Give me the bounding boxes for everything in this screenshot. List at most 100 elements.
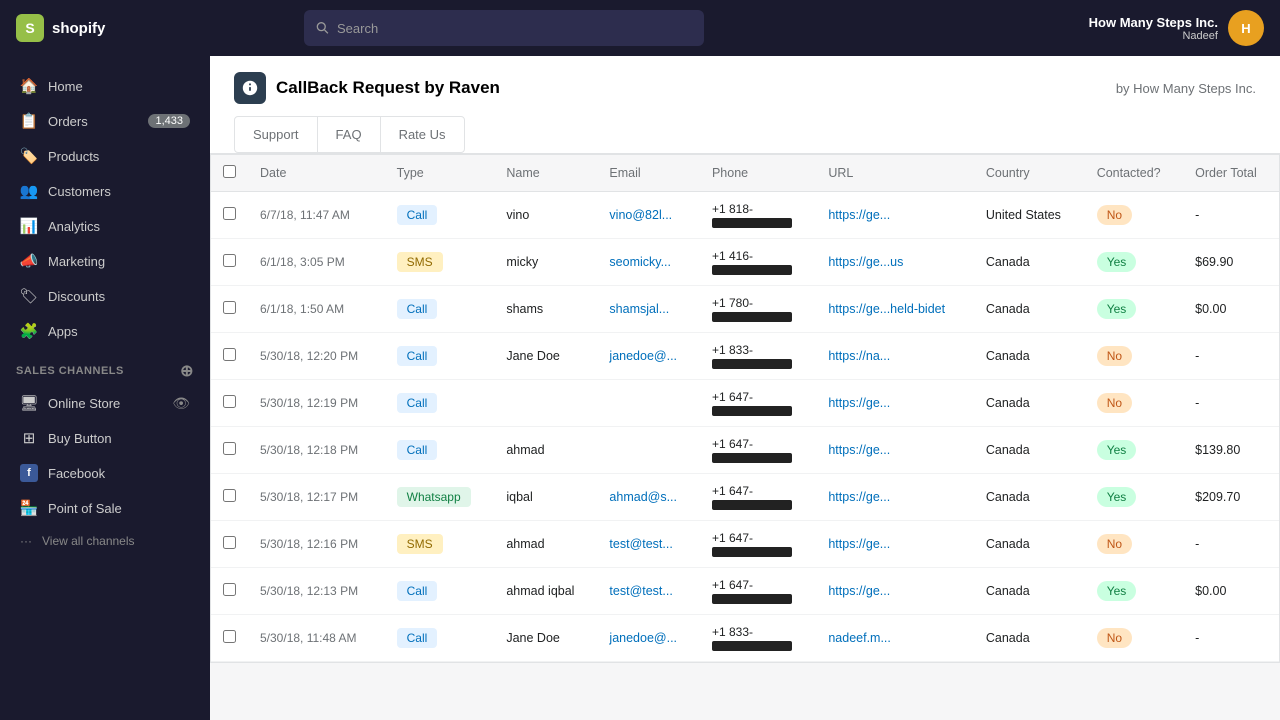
cell-name: shams (494, 286, 597, 333)
cell-url[interactable]: https://ge...held-bidet (816, 286, 974, 333)
cell-phone: +1 647- (700, 380, 816, 427)
cell-order-total: $139.80 (1183, 427, 1279, 474)
avatar[interactable]: H (1228, 10, 1264, 46)
row-checkbox-7[interactable] (223, 536, 236, 549)
row-checkbox-2[interactable] (223, 301, 236, 314)
cell-type: SMS (385, 239, 495, 286)
sidebar-item-buy-button[interactable]: ⊞ Buy Button (4, 421, 206, 455)
cell-contacted: Yes (1085, 474, 1183, 521)
row-checkbox-4[interactable] (223, 395, 236, 408)
contacted-badge: Yes (1097, 299, 1137, 319)
sidebar-item-facebook[interactable]: f Facebook (4, 456, 206, 490)
cell-country: Canada (974, 427, 1085, 474)
row-checkbox-6[interactable] (223, 489, 236, 502)
tab-faq[interactable]: FAQ (317, 116, 381, 153)
cell-order-total: $0.00 (1183, 568, 1279, 615)
view-all-channels[interactable]: ··· View all channels (4, 526, 206, 556)
tab-rate[interactable]: Rate Us (380, 116, 465, 153)
cell-name: Jane Doe (494, 615, 597, 662)
shopify-logo[interactable]: S shopify (16, 14, 105, 42)
row-checkbox-1[interactable] (223, 254, 236, 267)
sidebar-item-discounts[interactable]: 🏷 Discounts (4, 279, 206, 313)
cell-phone: +1 647- (700, 474, 816, 521)
sidebar-item-orders[interactable]: 📋 Orders 1,433 (4, 104, 206, 138)
col-name: Name (494, 155, 597, 192)
cell-email[interactable]: shamsjal... (597, 286, 700, 333)
cell-url[interactable]: https://ge... (816, 427, 974, 474)
cell-url[interactable]: https://ge... (816, 192, 974, 239)
add-sales-channel-icon[interactable]: ⊕ (180, 361, 194, 381)
table-row: 5/30/18, 12:13 PM Call ahmad iqbal test@… (211, 568, 1279, 615)
sidebar-item-analytics[interactable]: 📊 Analytics (4, 209, 206, 243)
search-bar[interactable] (304, 10, 704, 46)
cell-phone: +1 833- (700, 333, 816, 380)
cell-url[interactable]: https://ge... (816, 568, 974, 615)
cell-phone: +1 647- (700, 427, 816, 474)
cell-url[interactable]: https://ge... (816, 521, 974, 568)
point-of-sale-icon: 🏪 (20, 499, 38, 517)
cell-email[interactable]: janedoe@... (597, 333, 700, 380)
cell-email[interactable]: ahmad@s... (597, 474, 700, 521)
app-name: CallBack Request by Raven (276, 78, 500, 98)
cell-email[interactable]: test@test... (597, 568, 700, 615)
cell-name: ahmad iqbal (494, 568, 597, 615)
cell-date: 5/30/18, 12:18 PM (248, 427, 385, 474)
search-input[interactable] (337, 21, 692, 36)
sidebar-label-marketing: Marketing (48, 254, 105, 269)
sidebar-item-home[interactable]: 🏠 Home (4, 69, 206, 103)
user-menu[interactable]: How Many Steps Inc. Nadeef H (1089, 10, 1264, 46)
sidebar-item-customers[interactable]: 👥 Customers (4, 174, 206, 208)
row-checkbox-8[interactable] (223, 583, 236, 596)
contacted-badge: Yes (1097, 487, 1137, 507)
cell-email[interactable]: seomicky... (597, 239, 700, 286)
sidebar-item-point-of-sale[interactable]: 🏪 Point of Sale (4, 491, 206, 525)
row-checkbox-0[interactable] (223, 207, 236, 220)
cell-name: Jane Doe (494, 333, 597, 380)
cell-type: SMS (385, 521, 495, 568)
col-country: Country (974, 155, 1085, 192)
cell-name: micky (494, 239, 597, 286)
sidebar-item-apps[interactable]: 🧩 Apps (4, 314, 206, 348)
contacted-badge: Yes (1097, 440, 1137, 460)
col-type: Type (385, 155, 495, 192)
table-row: 5/30/18, 12:19 PM Call +1 647- https://g… (211, 380, 1279, 427)
cell-email[interactable]: test@test... (597, 521, 700, 568)
cell-email[interactable] (597, 427, 700, 474)
col-phone: Phone (700, 155, 816, 192)
row-checkbox-5[interactable] (223, 442, 236, 455)
search-icon (316, 21, 329, 35)
cell-type: Call (385, 615, 495, 662)
cell-email[interactable] (597, 380, 700, 427)
contacted-badge: No (1097, 205, 1132, 225)
contacted-badge: Yes (1097, 252, 1137, 272)
contacted-badge: No (1097, 346, 1132, 366)
cell-phone: +1 416- (700, 239, 816, 286)
sidebar-label-customers: Customers (48, 184, 111, 199)
cell-url[interactable]: https://na... (816, 333, 974, 380)
cell-url[interactable]: https://ge... (816, 380, 974, 427)
customers-icon: 👥 (20, 182, 38, 200)
cell-contacted: Yes (1085, 286, 1183, 333)
sidebar-item-marketing[interactable]: 📣 Marketing (4, 244, 206, 278)
cell-url[interactable]: https://ge... (816, 474, 974, 521)
sidebar-label-buy-button: Buy Button (48, 431, 112, 446)
row-checkbox-3[interactable] (223, 348, 236, 361)
cell-url[interactable]: https://ge...us (816, 239, 974, 286)
cell-url[interactable]: nadeef.m... (816, 615, 974, 662)
cell-date: 5/30/18, 11:48 AM (248, 615, 385, 662)
discounts-icon: 🏷 (20, 287, 38, 305)
cell-phone: +1 833- (700, 615, 816, 662)
tab-support[interactable]: Support (234, 116, 318, 153)
cell-email[interactable]: janedoe@... (597, 615, 700, 662)
cell-email[interactable]: vino@82l... (597, 192, 700, 239)
row-checkbox-9[interactable] (223, 630, 236, 643)
sidebar-item-products[interactable]: 🏷️ Products (4, 139, 206, 173)
cell-name: ahmad (494, 521, 597, 568)
contacted-badge: Yes (1097, 581, 1137, 601)
sales-channels-label: SALES CHANNELS (16, 365, 124, 377)
app-title-area: CallBack Request by Raven (234, 72, 500, 104)
sidebar-item-online-store[interactable]: 🖥 Online Store 👁 (4, 386, 206, 420)
cell-phone: +1 647- (700, 521, 816, 568)
sidebar-label-discounts: Discounts (48, 289, 105, 304)
select-all-checkbox[interactable] (223, 165, 236, 178)
